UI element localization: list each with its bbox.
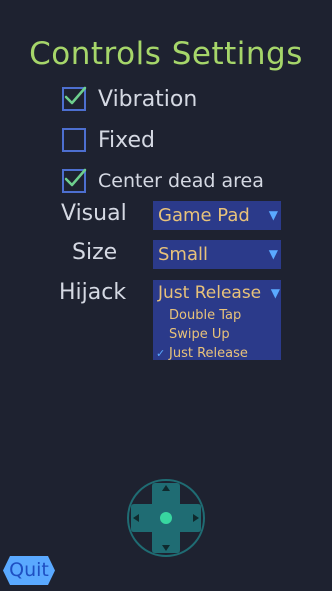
chevron-down-icon: ▼: [268, 208, 278, 222]
fixed-checkbox[interactable]: [62, 128, 86, 152]
size-label: Size: [72, 240, 118, 265]
vibration-label: Vibration: [98, 86, 198, 112]
quit-label: Quit: [9, 559, 49, 581]
hijack-label: Hijack: [59, 280, 127, 305]
center-dead-area-checkbox[interactable]: [62, 168, 87, 193]
hijack-select[interactable]: Just Release ▼: [153, 280, 281, 307]
center-dead-area-toggle[interactable]: Center dead area: [62, 168, 264, 194]
hijack-dropdown-list: Double Tap Swipe Up ✓ Just Release: [153, 306, 281, 360]
hijack-select-value: Just Release: [158, 283, 262, 303]
hijack-option-double-tap[interactable]: Double Tap: [153, 306, 281, 325]
fixed-toggle[interactable]: Fixed: [62, 127, 155, 153]
size-select-value: Small: [158, 244, 208, 265]
checkmark-icon: [64, 86, 87, 105]
visual-select-value: Game Pad: [158, 205, 250, 226]
center-dead-area-label: Center dead area: [98, 170, 264, 192]
quit-button[interactable]: Quit: [2, 555, 56, 586]
visual-select[interactable]: Game Pad ▼: [153, 201, 281, 230]
hijack-option-just-release[interactable]: ✓ Just Release: [153, 344, 281, 360]
page-title: Controls Settings: [29, 36, 303, 72]
hijack-option-swipe-up[interactable]: Swipe Up: [153, 325, 281, 344]
checkmark-icon: [64, 168, 87, 187]
checkmark-icon: ✓: [156, 347, 166, 360]
visual-label: Visual: [61, 201, 127, 226]
controls-settings-screen: Controls Settings Vibration Fixed Center…: [0, 0, 332, 591]
vibration-checkbox[interactable]: [62, 86, 87, 111]
size-select[interactable]: Small ▼: [153, 240, 281, 269]
fixed-label: Fixed: [98, 127, 156, 153]
dpad-icon[interactable]: [126, 478, 206, 558]
vibration-toggle[interactable]: Vibration: [62, 86, 197, 112]
chevron-down-icon: ▼: [268, 247, 278, 261]
chevron-down-icon: ▼: [270, 286, 280, 300]
